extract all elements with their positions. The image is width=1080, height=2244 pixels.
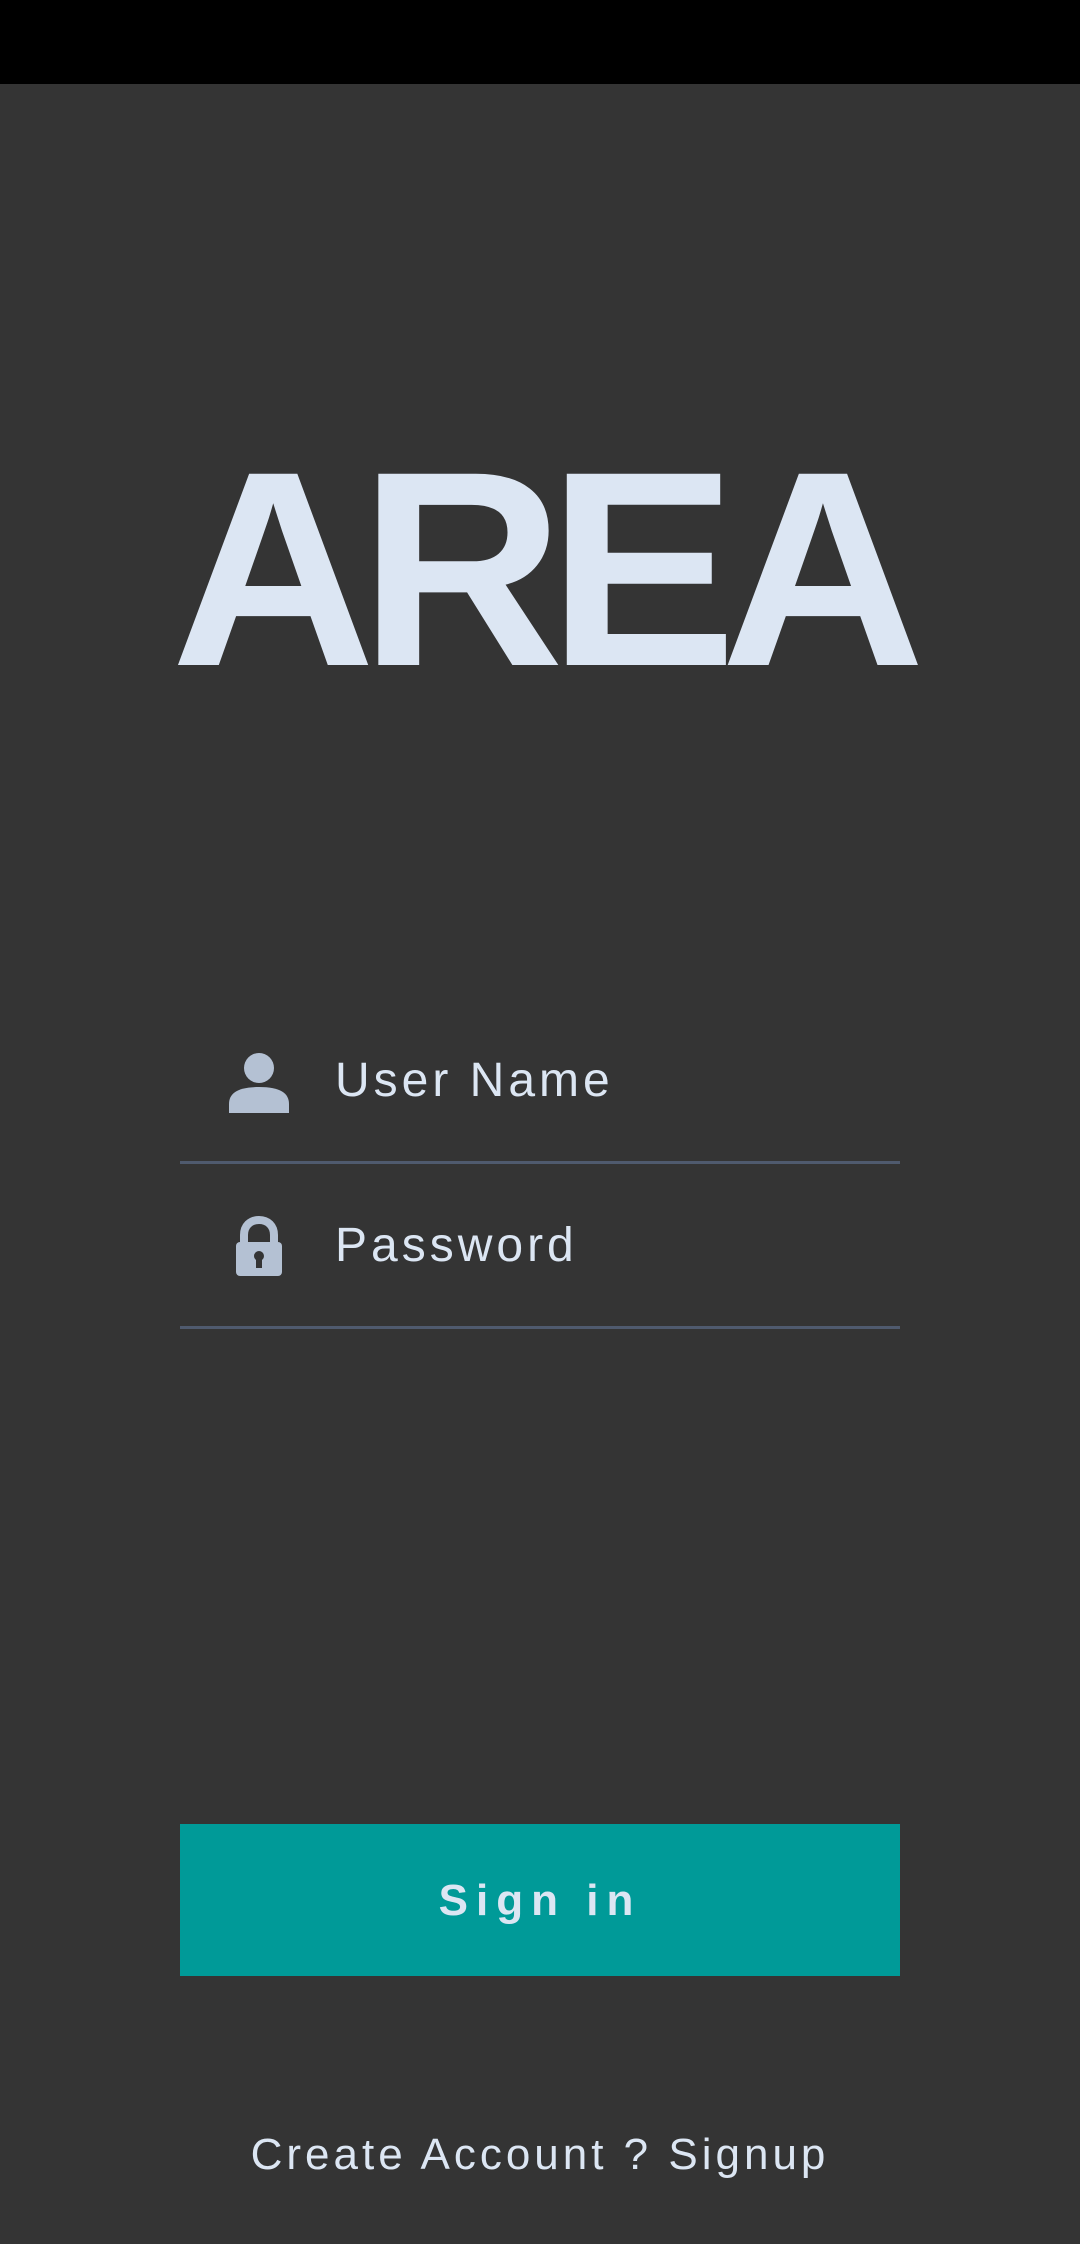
username-field[interactable]: User Name <box>180 999 900 1164</box>
lock-icon <box>228 1215 290 1278</box>
person-icon <box>228 1051 290 1113</box>
signin-button[interactable]: Sign in <box>180 1824 900 1976</box>
status-bar <box>0 0 1080 84</box>
username-placeholder: User Name <box>335 1054 614 1107</box>
password-placeholder: Password <box>335 1219 578 1272</box>
app-logo: AREA <box>170 413 926 724</box>
password-field[interactable]: Password <box>180 1164 900 1329</box>
signup-link[interactable]: Create Account ? Signup <box>0 2125 1080 2185</box>
